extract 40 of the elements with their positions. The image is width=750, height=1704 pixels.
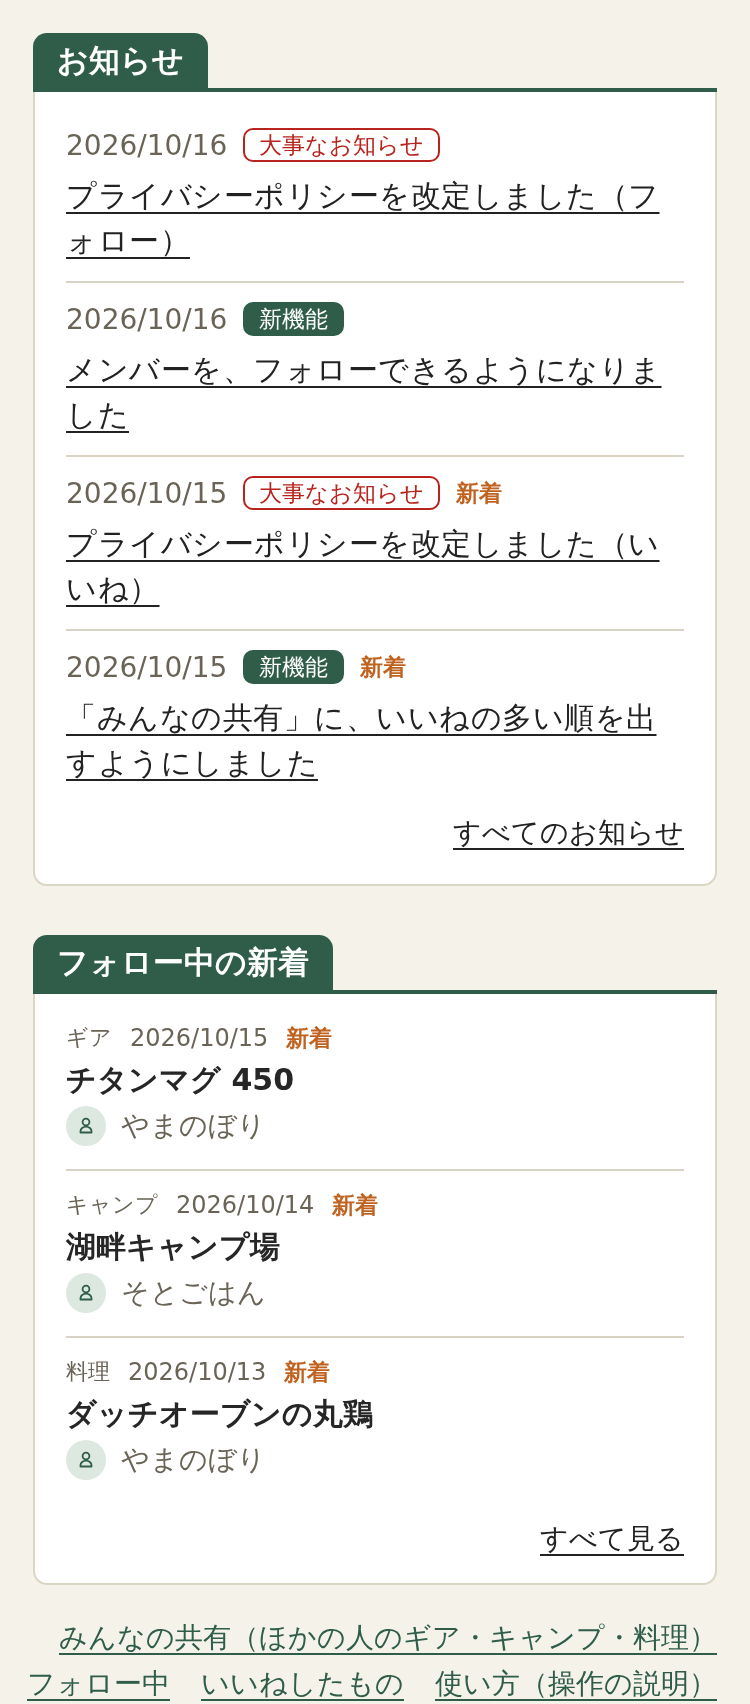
notice-date: 2026/10/15: [66, 650, 228, 684]
post-date: 2026/10/13: [128, 1358, 267, 1386]
post-category: 料理: [66, 1358, 110, 1386]
new-label: 新着: [286, 1024, 333, 1053]
notice-link[interactable]: プライバシーポリシーを改定しました（フォロー）: [66, 173, 684, 263]
section-heading: フォロー中の新着: [33, 935, 333, 990]
notice-link[interactable]: メンバーを、フォローできるようになりました: [66, 347, 684, 437]
all-notices-link[interactable]: すべてのお知らせ: [453, 813, 684, 853]
post-title: 湖畔キャンプ場: [66, 1228, 280, 1266]
notice-link[interactable]: 「みんなの共有」に、いいねの多い順を出すようにしました: [66, 695, 684, 785]
footer-link[interactable]: フォロー中: [27, 1663, 170, 1704]
footer-link[interactable]: 使い方（操作の説明）: [435, 1663, 717, 1704]
post-title: チタンマグ 450: [66, 1061, 295, 1099]
user-avatar-icon: [66, 1106, 106, 1146]
notice-date: 2026/10/16: [66, 302, 228, 336]
footer-link[interactable]: いいねしたもの: [201, 1663, 404, 1704]
section-heading: お知らせ: [33, 33, 208, 88]
new-label: 新着: [284, 1358, 331, 1387]
post-category: ギア: [66, 1024, 112, 1052]
new-label: 新着: [456, 479, 503, 508]
author-name: やまのぼり: [121, 1108, 266, 1144]
footer-link[interactable]: みんなの共有（ほかの人のギア・キャンプ・料理）: [59, 1617, 717, 1659]
user-avatar-icon: [66, 1440, 106, 1480]
post-date: 2026/10/14: [176, 1191, 315, 1219]
new-label: 新着: [360, 653, 407, 682]
post-date: 2026/10/15: [130, 1024, 269, 1052]
notice-date: 2026/10/16: [66, 128, 228, 162]
importance-badge: 大事なお知らせ: [243, 476, 441, 510]
new-label: 新着: [332, 1191, 379, 1220]
importance-badge: 大事なお知らせ: [243, 128, 441, 162]
post-title: ダッチオーブンの丸鶏: [66, 1395, 373, 1433]
feature-badge: 新機能: [243, 302, 345, 336]
feature-badge: 新機能: [243, 650, 345, 684]
author-name: やまのぼり: [121, 1442, 266, 1478]
see-all-link[interactable]: すべて見る: [540, 1519, 684, 1559]
notice-link[interactable]: プライバシーポリシーを改定しました（いいね）: [66, 521, 684, 611]
user-avatar-icon: [66, 1273, 106, 1313]
post-category: キャンプ: [66, 1191, 158, 1219]
author-name: そとごはん: [121, 1275, 266, 1311]
notice-date: 2026/10/15: [66, 476, 228, 510]
